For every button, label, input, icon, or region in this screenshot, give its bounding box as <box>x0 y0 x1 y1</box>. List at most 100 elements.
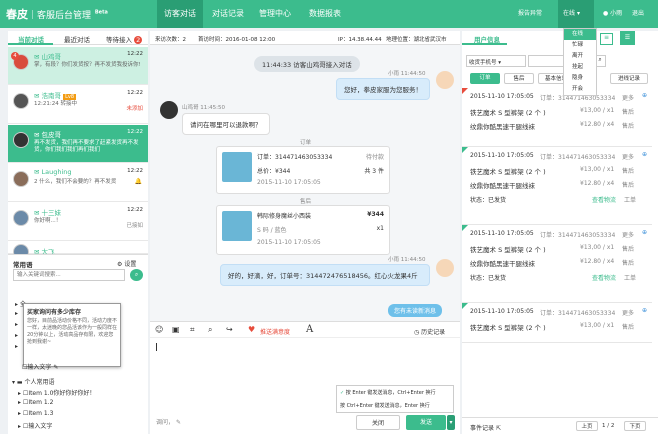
order-status: 待付款 <box>365 154 384 161</box>
conversation-item[interactable]: 4 ✉ 山鸡哥 掌，有段？你们发货按？再不发货我投诉你! 12:22 <box>8 47 148 85</box>
message-icon: ✉ <box>34 53 40 61</box>
conversation-item[interactable]: ✉ 浩南哥 Lv8 12:21:24 转接中 12:22 未添加 <box>8 86 148 124</box>
event-log-link[interactable]: 事件记录 ⇱ <box>470 423 501 432</box>
conversation-tabs: 当前对话 最近对话 等待接入 2 <box>8 31 148 45</box>
plus-icon[interactable]: ⊕ <box>642 151 647 158</box>
font-icon[interactable]: A <box>306 324 313 335</box>
search-icon[interactable]: ⌕ <box>208 325 212 335</box>
tab-aftersale[interactable]: 售后 <box>504 73 534 84</box>
faq-item[interactable]: ▸ ☐Item 1.2 <box>18 399 95 410</box>
more-link[interactable]: 更多 <box>622 308 634 317</box>
send-button[interactable]: 发送 <box>406 415 446 430</box>
share-icon[interactable]: ↪ <box>226 325 233 334</box>
report-button[interactable]: 报告异常 <box>518 0 542 28</box>
message-icon: ✉ <box>34 92 40 100</box>
user-menu[interactable]: ● 小雨 <box>603 0 622 28</box>
nav-management[interactable]: 管理中心 <box>252 0 298 28</box>
order-date: 2015-11-10 17:05:05 <box>257 179 321 186</box>
grid-icon[interactable]: ☰ <box>620 31 635 45</box>
history-button[interactable]: ◷ 历史记录 <box>414 327 445 336</box>
status-away[interactable]: 离开 <box>564 51 596 62</box>
more-link[interactable]: 更多 <box>622 93 634 102</box>
brand-logo: 春皮｜客服后台管理 Beta <box>6 8 108 21</box>
nav-visitor-chat[interactable]: 访客对话 <box>157 0 203 28</box>
order-item[interactable]: 2015-11-10 17:05:05 订单：314471463053334 更… <box>462 88 652 147</box>
ticket-link[interactable]: 工单 <box>624 195 636 204</box>
conversation-item[interactable]: ✉ Laughing 2 什么，我们不会要的？再不发货 12:22 🔔 <box>8 164 148 202</box>
faq-group-personal[interactable]: ▾ ▬ 个人常用语 <box>12 377 55 386</box>
visitor-avatar <box>160 101 178 119</box>
faq-input-item[interactable]: ☐输入文字 ✎ <box>22 362 58 371</box>
send-options-toggle[interactable]: ▾ <box>447 415 455 430</box>
order-item[interactable]: 2015-11-10 17:05:05 订单：314471463053334 更… <box>462 303 652 343</box>
faq-personal-tree: ▸ ☐Item 1.0你好你好你好！ ▸ ☐Item 1.2 ▸ ☐Item 1… <box>18 388 95 432</box>
plus-icon[interactable]: ⊕ <box>642 229 647 236</box>
status-busy[interactable]: 忙碌 <box>564 40 596 51</box>
logistics-link[interactable]: 查看物流 <box>592 273 616 282</box>
conversation-item[interactable]: ✉ 包皮哥 再不发货，我们再不要求了赶紧发货再不发货，你们我们我们再们我们 12… <box>8 125 148 163</box>
status-menu: 在线 忙碌 离开 挂起 隐身 开会 <box>563 28 597 96</box>
flag-icon <box>462 303 468 309</box>
send-option-enter[interactable]: ✓ 按 Enter 键发送消息，Ctrl+Enter 换行 <box>337 386 453 399</box>
tab-orders[interactable]: 订单 <box>470 73 500 84</box>
logout-button[interactable]: 退出 <box>632 0 644 28</box>
title-underline <box>462 43 507 45</box>
conversation-item[interactable]: ✉ 十三妹 你好啊...！ 12:22 已接如 <box>8 203 148 241</box>
tab-recent[interactable]: 最近对话 <box>64 34 90 44</box>
faq-search-input[interactable] <box>13 269 125 281</box>
close-button[interactable]: 关闭 <box>356 415 400 430</box>
refund-card[interactable]: 韩际修身魔丝小西装 ¥344 S 码 / 蓝色 x1 2015-11-10 17… <box>216 205 390 255</box>
list-icon[interactable]: ≡ <box>600 33 613 45</box>
send-option-ctrl-enter[interactable]: 按 Ctrl+Enter 键发送消息，Enter 换行 <box>337 399 453 412</box>
conversation-time: 12:22 <box>127 51 143 57</box>
nav-reports[interactable]: 数据报表 <box>302 0 348 28</box>
logistics-link[interactable]: 查看物流 <box>592 195 616 204</box>
top-bar: 春皮｜客服后台管理 Beta 访客对话 对话记录 管理中心 数据报表 报告异常 … <box>0 0 658 28</box>
agent-avatar <box>436 259 454 277</box>
new-message-notice[interactable]: 您有未读新消息 <box>388 304 443 317</box>
faq-item[interactable]: ▸ ☐输入文字 <box>18 421 95 432</box>
next-page-button[interactable]: 下页 <box>624 421 646 431</box>
search-type-select[interactable]: 收货手机号 ▾ <box>466 55 526 67</box>
image-icon[interactable]: ▣ <box>172 325 180 334</box>
status-hangup[interactable]: 挂起 <box>564 62 596 73</box>
emoji-icon[interactable]: ☺ <box>155 325 163 334</box>
status-online[interactable]: 在线 <box>564 29 596 40</box>
order-item[interactable]: 2015-11-10 17:05:05 订单：314471463053334 更… <box>462 147 652 225</box>
status-dropdown[interactable]: 在线 ▾ <box>558 0 594 28</box>
product-title: 韩际修身魔丝小西装 <box>257 213 312 220</box>
avatar <box>13 210 29 226</box>
status-meeting[interactable]: 开会 <box>564 84 596 95</box>
crop-icon[interactable]: ⌗ <box>190 325 195 335</box>
message-meta: 小雨 11:44:50 <box>388 71 426 77</box>
conversation-time: 12:22 <box>127 168 143 174</box>
plus-icon[interactable]: ⊕ <box>642 307 647 314</box>
more-link[interactable]: 更多 <box>622 230 634 239</box>
tab-underline <box>8 43 53 45</box>
faq-item[interactable]: ▸ ☐Item 1.3 <box>18 410 95 421</box>
nav-chat-records[interactable]: 对话记录 <box>205 0 251 28</box>
plus-icon[interactable]: ⊕ <box>642 92 647 99</box>
chat-toolbar: ☺ ▣ ⌗ ⌕ ↪ ♥ 推送满意度 A ◷ 历史记录 <box>150 321 460 338</box>
tab-visit-records[interactable]: 进线记录 <box>610 73 648 84</box>
chat-panel: 来访次数：2 首访时间：2016-01-08 12:00 IP：14.38.44… <box>150 31 460 434</box>
conversation-item[interactable]: ✉ 大飞 <box>8 242 148 260</box>
search-icon[interactable]: ⌕ <box>130 269 143 281</box>
order-item[interactable]: 2015-11-10 17:05:05 订单：314471463053334 更… <box>462 225 652 303</box>
avatar <box>13 93 29 109</box>
more-link[interactable]: 更多 <box>622 152 634 161</box>
order-count: 共 3 件 <box>364 168 384 175</box>
order-number: 订单：314471463053334 <box>257 154 333 161</box>
heart-icon[interactable]: ♥ <box>248 325 255 334</box>
status-invisible[interactable]: 隐身 <box>564 73 596 84</box>
faq-item[interactable]: ▸ ☐Item 1.0你好你好你好！ <box>18 388 95 399</box>
chat-banner: 11:44:33 访客山鸡哥接入对话 <box>254 56 360 72</box>
order-card[interactable]: 订单：314471463053334 待付款 总价：¥344 共 3 件 201… <box>216 146 390 194</box>
faq-settings-button[interactable]: ⚙ 设置 <box>117 259 136 268</box>
prev-page-button[interactable]: 上页 <box>576 421 598 431</box>
ticket-link[interactable]: 工单 <box>624 273 636 282</box>
satisfaction-button[interactable]: 推送满意度 <box>260 327 290 336</box>
unread-badge: 4 <box>11 52 19 60</box>
tab-waiting[interactable]: 等待接入 2 <box>106 34 143 44</box>
pencil-icon: ✎ <box>53 364 59 371</box>
